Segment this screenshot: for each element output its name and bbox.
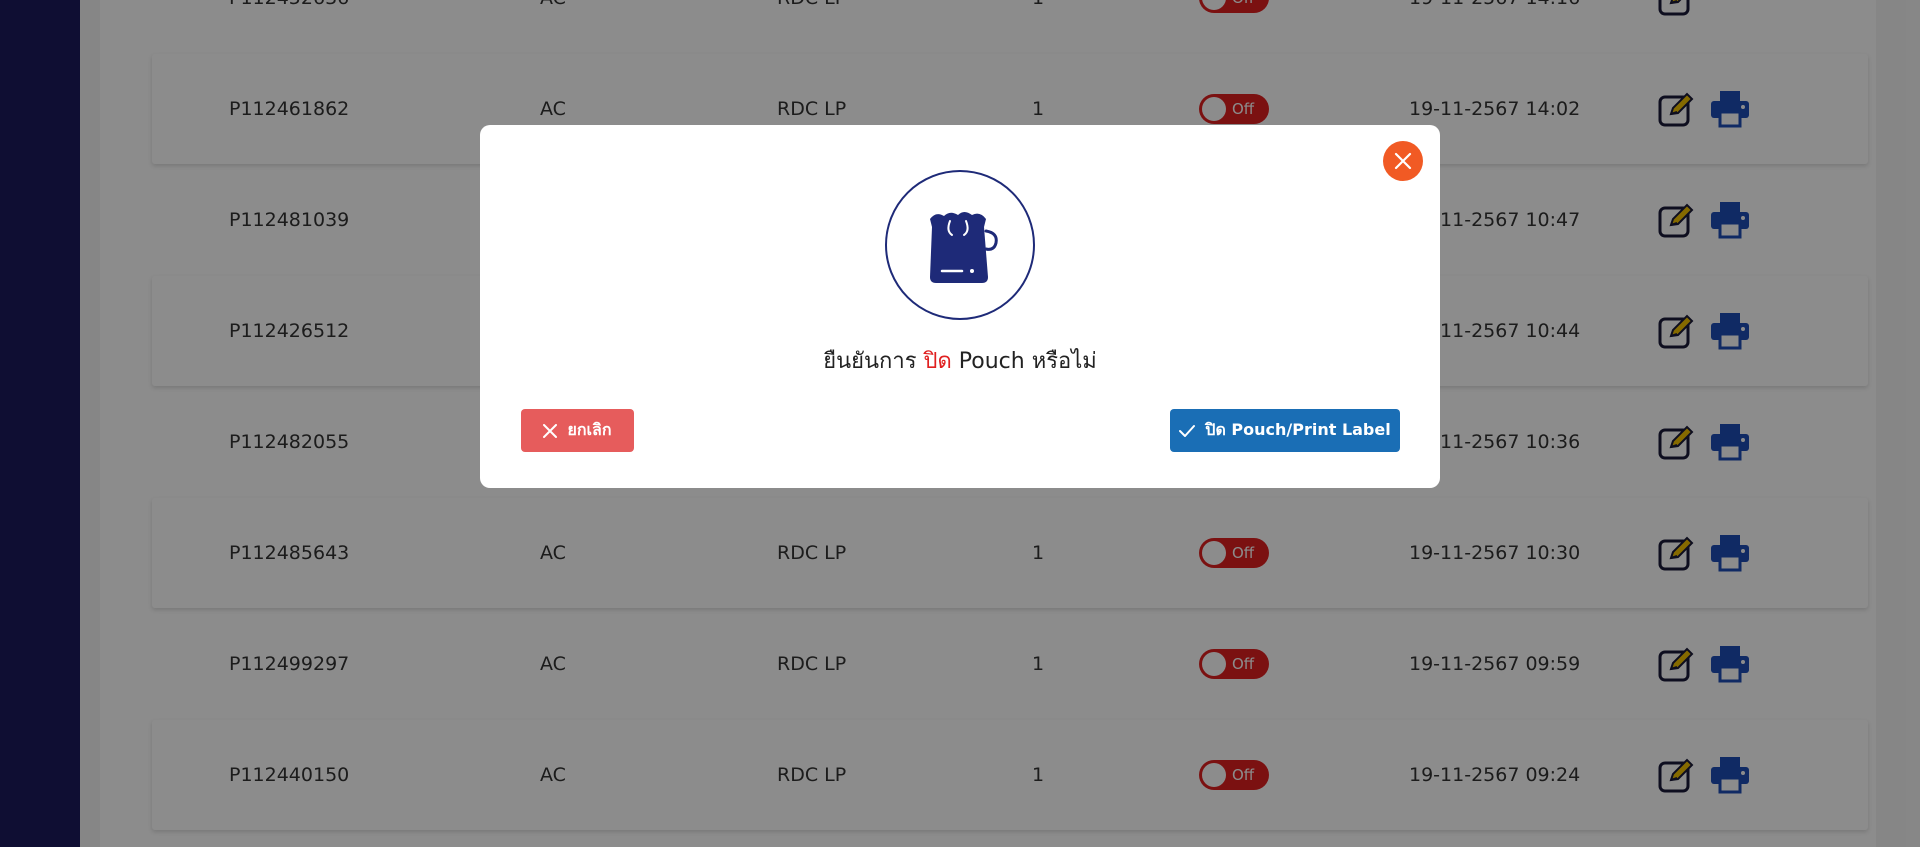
message-suffix: Pouch หรือไม่ (951, 349, 1097, 374)
confirm-close-pouch-button[interactable]: ปิด Pouch/Print Label (1170, 409, 1400, 452)
confirm-message: ยืนยันการ ปิด Pouch หรือไม่ (480, 343, 1440, 378)
close-icon (1394, 152, 1412, 170)
message-highlight: ปิด (923, 349, 952, 374)
message-prefix: ยืนยันการ (823, 349, 924, 374)
cancel-button-label: ยกเลิก (567, 420, 612, 439)
check-icon (1179, 424, 1196, 437)
cancel-button[interactable]: ยกเลิก (521, 409, 634, 452)
pouch-bag-icon (930, 212, 998, 283)
pouch-icon-frame (885, 170, 1035, 320)
confirm-button-label: ปิด Pouch/Print Label (1205, 420, 1391, 439)
close-icon (543, 423, 558, 438)
close-dialog-button[interactable] (1383, 141, 1423, 181)
confirm-close-pouch-dialog: ยืนยันการ ปิด Pouch หรือไม่ ยกเลิก ปิด P… (480, 125, 1440, 488)
